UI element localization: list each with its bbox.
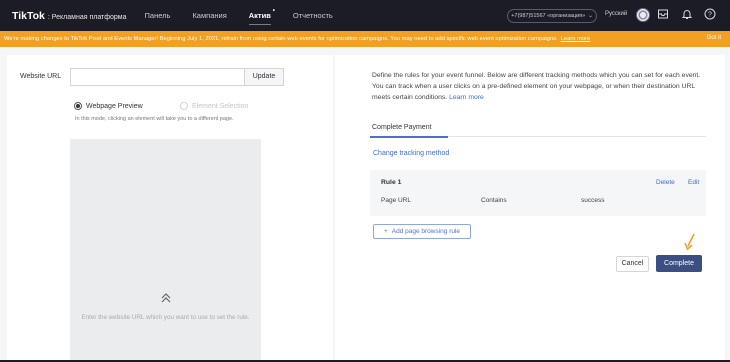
nav-item-reporting[interactable]: Отчетность: [293, 11, 333, 20]
chevron-down-icon: ⌄: [588, 13, 593, 19]
announcement-banner: We're making changes to TikTok Pixel and…: [0, 31, 730, 47]
active-tab-indicator: [370, 136, 448, 138]
help-icon[interactable]: ?: [703, 8, 717, 22]
account-name: +7(987)51567 «организация»: [511, 13, 586, 19]
delete-rule-link[interactable]: Delete: [656, 179, 675, 186]
svg-text:?: ?: [708, 12, 712, 19]
pointer-arrow-icon: [684, 233, 695, 251]
nav-item-campaign[interactable]: Кампания: [192, 11, 226, 20]
brand-subtitle: : Рекламная платформа: [47, 13, 127, 21]
banner-dismiss-button[interactable]: Got it: [707, 35, 721, 41]
brand-logo[interactable]: TikTok : Рекламная платформа: [12, 10, 127, 22]
tab-complete-payment[interactable]: Complete Payment: [372, 124, 432, 131]
update-button[interactable]: Update: [244, 68, 284, 86]
rule-value: success: [581, 197, 605, 204]
banner-text: We're making changes to TikTok Pixel and…: [4, 36, 558, 42]
event-tabs: Complete Payment: [370, 124, 706, 138]
account-selector[interactable]: +7(987)51567 «организация» ⌄: [507, 9, 597, 23]
radio-webpage-preview[interactable]: Webpage Preview: [74, 102, 143, 110]
rule-field: Page URL: [381, 197, 411, 204]
preview-placeholder-text: Enter the website URL which you want to …: [81, 314, 250, 321]
nav-item-assets[interactable]: Актив •: [248, 8, 275, 25]
add-rule-label: Add page browsing rule: [391, 228, 461, 235]
nav-item-dashboard[interactable]: Панель: [145, 11, 171, 20]
website-url-input[interactable]: [70, 68, 245, 86]
add-page-browsing-rule-button[interactable]: + Add page browsing rule: [373, 224, 471, 239]
plus-icon: +: [383, 228, 388, 235]
radio-element-selection-label: Element Selection: [192, 102, 249, 110]
bell-icon[interactable]: [680, 8, 694, 22]
complete-button[interactable]: Complete: [656, 255, 702, 272]
brand-name: TikTok: [12, 9, 45, 22]
radio-webpage-preview-label: Webpage Preview: [86, 102, 143, 110]
rules-learn-more-link[interactable]: Learn more: [449, 94, 484, 101]
banner-learn-more-link[interactable]: Learn more: [561, 36, 591, 42]
rule-title: Rule 1: [381, 179, 402, 186]
radio-unchecked-icon: [180, 102, 188, 110]
main-nav: Панель Кампания Актив • Отчетность: [145, 8, 333, 25]
mailbox-icon[interactable]: [656, 8, 670, 22]
rules-panel: Define the rules for your event funnel. …: [335, 55, 725, 362]
edit-rule-link[interactable]: Edit: [688, 179, 699, 186]
nav-item-assets-label: Актив: [248, 11, 271, 20]
rule-operator: Contains: [481, 197, 507, 204]
dropdown-indicator-icon: •: [272, 8, 275, 14]
website-url-label: Website URL: [20, 73, 62, 80]
mode-hint: In this mode, clicking an element will t…: [75, 116, 234, 122]
avatar-icon[interactable]: [636, 8, 650, 22]
webpage-preview-area[interactable]: Enter the website URL which you want to …: [70, 139, 261, 362]
change-tracking-method-link[interactable]: Change tracking method: [373, 150, 449, 157]
chevron-double-up-icon: [159, 291, 173, 305]
cancel-button[interactable]: Cancel: [616, 256, 649, 272]
rules-description: Define the rules for your event funnel. …: [372, 70, 712, 103]
preview-panel: Website URL Update Webpage Preview Eleme…: [7, 55, 333, 362]
rules-description-text: Define the rules for your event funnel. …: [372, 72, 701, 101]
radio-checked-icon: [74, 102, 82, 110]
language-selector[interactable]: Русский: [605, 11, 627, 17]
radio-element-selection[interactable]: Element Selection: [180, 102, 248, 110]
rule-card: Rule 1 Delete Edit Page URL Contains suc…: [370, 170, 706, 216]
